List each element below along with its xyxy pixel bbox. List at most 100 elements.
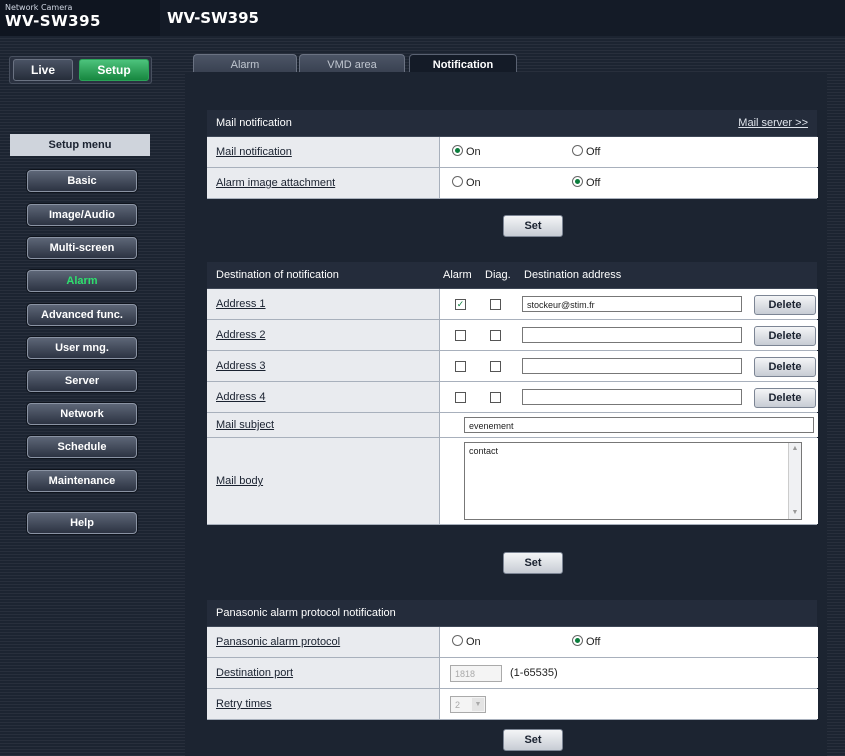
alarm-checkbox[interactable]: [455, 361, 466, 372]
panasonic-set-button[interactable]: Set: [503, 729, 563, 751]
address-4-label[interactable]: Address 4: [216, 382, 266, 412]
col-alarm: Alarm: [443, 269, 472, 281]
menu-alarm[interactable]: Alarm: [27, 270, 137, 292]
address-row: Address 1 ✓ stockeur@stim.fr Delete: [207, 289, 818, 320]
mail-notification-header: Mail notification Mail server >>: [207, 110, 817, 137]
menu-user-mng[interactable]: User mng.: [27, 337, 137, 359]
alarm-image-attachment-row: Alarm image attachment On Off: [207, 168, 818, 199]
col-diag: Diag.: [485, 269, 511, 281]
diag-checkbox[interactable]: [490, 361, 501, 372]
retry-times-label[interactable]: Retry times: [216, 689, 272, 719]
col-destination-address: Destination address: [524, 269, 622, 281]
setup-button[interactable]: Setup: [79, 59, 149, 81]
address-3-label[interactable]: Address 3: [216, 351, 266, 381]
brand-block: Network Camera WV-SW395: [0, 0, 160, 36]
address-1-label[interactable]: Address 1: [216, 289, 266, 319]
destination-port-value: 1818 (1-65535): [439, 658, 818, 688]
address-2-delete-button[interactable]: Delete: [754, 326, 816, 346]
panasonic-on-radio[interactable]: On: [452, 627, 481, 657]
mail-subject-input[interactable]: evenement: [464, 417, 814, 433]
address-2-label[interactable]: Address 2: [216, 320, 266, 350]
radio-empty-icon: [572, 145, 583, 156]
radio-label: Off: [586, 146, 601, 158]
address-4-value: Delete: [439, 382, 818, 412]
alarm-image-attachment-off-radio[interactable]: Off: [572, 168, 600, 198]
live-button[interactable]: Live: [13, 59, 73, 81]
diag-checkbox[interactable]: [490, 299, 501, 310]
mail-notification-value: On Off: [439, 137, 818, 167]
section-title: Panasonic alarm protocol notification: [216, 607, 396, 619]
menu-basic[interactable]: Basic: [27, 170, 137, 192]
mail-subject-value: evenement: [439, 413, 818, 437]
radio-empty-icon: [452, 635, 463, 646]
alarm-image-attachment-label[interactable]: Alarm image attachment: [216, 168, 335, 198]
address-row: Address 2 Delete: [207, 320, 818, 351]
mode-switch: Live Setup: [9, 56, 152, 84]
destination-set-button[interactable]: Set: [503, 552, 563, 574]
menu-image-audio[interactable]: Image/Audio: [27, 204, 137, 226]
mail-body-scrollbar[interactable]: ▲ ▼: [788, 443, 801, 519]
sidebar: Live Setup Setup menu Basic Image/Audio …: [0, 36, 160, 756]
address-1-input[interactable]: stockeur@stim.fr: [522, 296, 742, 312]
mail-notification-row: Mail notification On Off: [207, 137, 818, 168]
panasonic-protocol-value: On Off: [439, 627, 818, 657]
retry-times-value: 2 ▼: [439, 689, 818, 719]
mail-notification-label[interactable]: Mail notification: [216, 137, 292, 167]
menu-server[interactable]: Server: [27, 370, 137, 392]
destination-port-input[interactable]: 1818: [450, 665, 502, 682]
menu-help[interactable]: Help: [27, 512, 137, 534]
address-3-value: Delete: [439, 351, 818, 381]
diag-checkbox[interactable]: [490, 392, 501, 403]
address-2-input[interactable]: [522, 327, 742, 343]
mail-body-row: Mail body contact ▲ ▼: [207, 438, 818, 525]
settings-panel: Mail notification Mail server >> Mail no…: [185, 72, 827, 756]
mail-notification-on-radio[interactable]: On: [452, 137, 481, 167]
tab-bar: Alarm VMD area Notification: [185, 36, 827, 75]
menu-network[interactable]: Network: [27, 403, 137, 425]
mail-body-value: contact ▲ ▼: [439, 438, 818, 524]
brand-model: WV-SW395: [5, 12, 101, 30]
retry-times-select[interactable]: 2 ▼: [450, 696, 486, 713]
mail-notification-off-radio[interactable]: Off: [572, 137, 600, 167]
mail-subject-label[interactable]: Mail subject: [216, 413, 274, 437]
address-3-delete-button[interactable]: Delete: [754, 357, 816, 377]
mail-body-textarea[interactable]: contact ▲ ▼: [464, 442, 802, 520]
address-4-input[interactable]: [522, 389, 742, 405]
retry-times-row: Retry times 2 ▼: [207, 689, 818, 720]
panasonic-protocol-label[interactable]: Panasonic alarm protocol: [216, 627, 340, 657]
alarm-checkbox[interactable]: [455, 330, 466, 341]
mail-body-label[interactable]: Mail body: [216, 438, 263, 524]
section-title: Mail notification: [216, 117, 292, 129]
address-1-delete-button[interactable]: Delete: [754, 295, 816, 315]
alarm-checkbox[interactable]: [455, 392, 466, 403]
panasonic-off-radio[interactable]: Off: [572, 627, 600, 657]
alarm-image-attachment-on-radio[interactable]: On: [452, 168, 481, 198]
radio-selected-icon: [572, 635, 583, 646]
destination-header: Destination of notification Alarm Diag. …: [207, 262, 817, 289]
mail-notification-set-button[interactable]: Set: [503, 215, 563, 237]
chevron-down-icon: ▼: [472, 698, 484, 711]
diag-checkbox[interactable]: [490, 330, 501, 341]
content-right-border: [827, 36, 845, 756]
address-4-delete-button[interactable]: Delete: [754, 388, 816, 408]
address-3-input[interactable]: [522, 358, 742, 374]
menu-multi-screen[interactable]: Multi-screen: [27, 237, 137, 259]
destination-port-label[interactable]: Destination port: [216, 658, 293, 688]
panasonic-protocol-row: Panasonic alarm protocol On Off: [207, 627, 818, 658]
radio-label: On: [466, 177, 481, 189]
mail-server-link[interactable]: Mail server >>: [738, 110, 808, 136]
alarm-checkbox[interactable]: ✓: [455, 299, 466, 310]
address-1-value: ✓ stockeur@stim.fr Delete: [439, 289, 818, 319]
mail-subject-row: Mail subject evenement: [207, 413, 818, 438]
section-title: Destination of notification: [216, 269, 339, 281]
radio-selected-icon: [452, 145, 463, 156]
menu-advanced-func[interactable]: Advanced func.: [27, 304, 137, 326]
scroll-down-icon[interactable]: ▼: [791, 509, 799, 517]
address-row: Address 4 Delete: [207, 382, 818, 413]
menu-schedule[interactable]: Schedule: [27, 436, 137, 458]
menu-maintenance[interactable]: Maintenance: [27, 470, 137, 492]
content-left-border: [160, 36, 185, 756]
scroll-up-icon[interactable]: ▲: [791, 445, 799, 453]
radio-label: On: [466, 146, 481, 158]
port-range-hint: (1-65535): [510, 667, 558, 679]
